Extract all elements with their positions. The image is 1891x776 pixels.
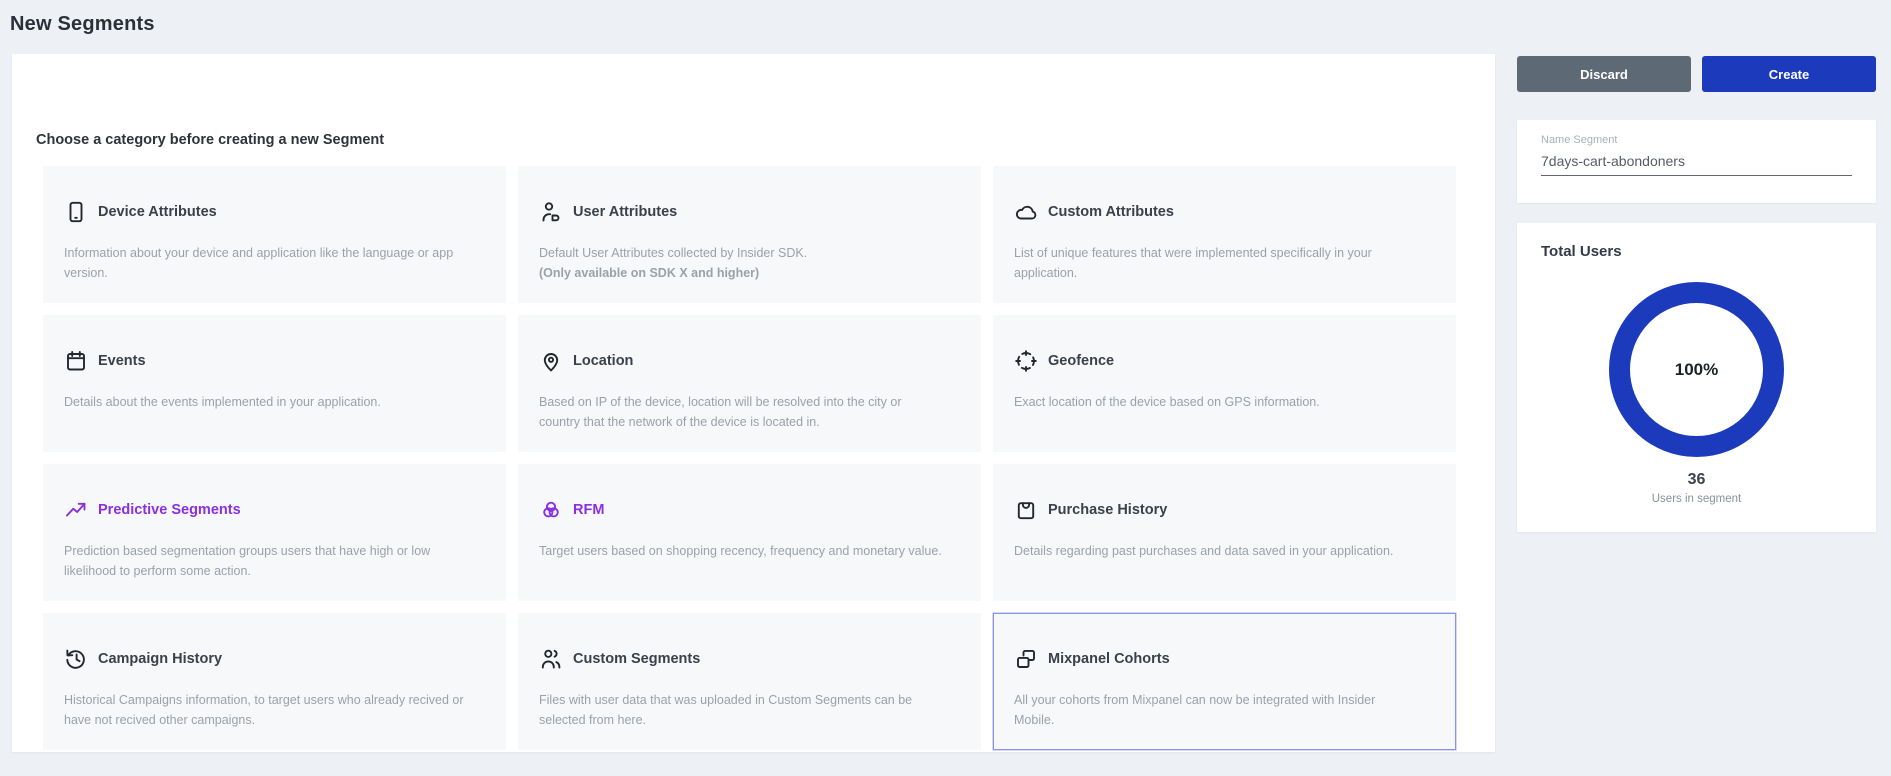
shopping-bag-icon (1014, 498, 1038, 522)
category-card-head: Purchase History (1014, 498, 1419, 522)
category-description: List of unique features that were implem… (1014, 243, 1419, 283)
category-card-head: Device Attributes (64, 200, 469, 224)
category-card-purchase-history[interactable]: Purchase History Details regarding past p… (993, 464, 1456, 601)
category-title: Campaign History (98, 651, 222, 667)
category-description: Details regarding past purchases and dat… (1014, 541, 1419, 561)
trending-up-icon (64, 498, 88, 522)
category-title: Device Attributes (98, 204, 217, 220)
category-description: Historical Campaigns information, to tar… (64, 690, 469, 730)
category-card-geofence[interactable]: Geofence Exact location of the device bas… (993, 315, 1456, 452)
category-card-custom-attributes[interactable]: Custom Attributes List of unique features… (993, 166, 1456, 303)
users-count: 36 (1517, 471, 1876, 489)
category-card-events[interactable]: Events Details about the events implement… (43, 315, 506, 452)
users-caption: Users in segment (1517, 493, 1876, 505)
cloud-icon (1014, 200, 1038, 224)
total-users-donut: 100% (1609, 282, 1784, 457)
category-description: Exact location of the device based on GP… (1014, 392, 1419, 412)
category-card-head: Location (539, 349, 944, 373)
category-title: Events (98, 353, 146, 369)
category-description-note: (Only available on SDK X and higher) (539, 266, 759, 280)
category-title: Purchase History (1048, 502, 1167, 518)
category-description: Details about the events implemented in … (64, 392, 469, 412)
action-buttons: Discard Create (1517, 56, 1876, 92)
category-description: Based on IP of the device, location will… (539, 392, 944, 432)
category-title: Location (573, 353, 633, 369)
category-description: Files with user data that was uploaded i… (539, 690, 944, 730)
category-card-head: Events (64, 349, 469, 373)
category-description: Information about your device and applic… (64, 243, 469, 283)
category-title: Custom Segments (573, 651, 700, 667)
category-description: Default User Attributes collected by Ins… (539, 243, 944, 283)
category-title: Predictive Segments (98, 502, 241, 518)
panel-heading: Choose a category before creating a new … (36, 132, 384, 148)
category-description: Prediction based segmentation groups use… (64, 541, 469, 581)
category-card-head: User Attributes (539, 200, 944, 224)
calendar-icon (64, 349, 88, 373)
total-users-card: Total Users 100% 36 Users in segment (1517, 223, 1876, 532)
name-segment-card: Name Segment (1517, 120, 1876, 203)
category-card-head: Geofence (1014, 349, 1419, 373)
category-title: Geofence (1048, 353, 1114, 369)
map-pin-icon (539, 349, 563, 373)
crosshair-icon (1014, 349, 1038, 373)
category-card-head: Custom Attributes (1014, 200, 1419, 224)
category-card-location[interactable]: Location Based on IP of the device, locat… (518, 315, 981, 452)
category-title: RFM (573, 502, 604, 518)
name-segment-label: Name Segment (1541, 134, 1852, 146)
category-card-head: Predictive Segments (64, 498, 469, 522)
category-card-user-attributes[interactable]: User Attributes Default User Attributes c… (518, 166, 981, 303)
category-description: All your cohorts from Mixpanel can now b… (1014, 690, 1419, 730)
category-card-mixpanel-cohorts[interactable]: Mixpanel Cohorts All your cohorts from Mi… (993, 613, 1456, 750)
category-title: Mixpanel Cohorts (1048, 651, 1170, 667)
category-grid: Device Attributes Information about your … (43, 166, 1456, 750)
discard-button[interactable]: Discard (1517, 56, 1691, 92)
page-title: New Segments (10, 13, 155, 36)
sidebar: Discard Create Name Segment Total Users … (1517, 56, 1876, 92)
total-users-heading: Total Users (1541, 243, 1622, 260)
history-clock-icon (64, 647, 88, 671)
user-badge-icon (539, 200, 563, 224)
category-card-rfm[interactable]: RFM Target users based on shopping recenc… (518, 464, 981, 601)
category-card-head: Campaign History (64, 647, 469, 671)
linked-squares-icon (1014, 647, 1038, 671)
category-description: Target users based on shopping recency, … (539, 541, 944, 561)
category-card-head: Mixpanel Cohorts (1014, 647, 1419, 671)
category-card-head: Custom Segments (539, 647, 944, 671)
category-card-device-attributes[interactable]: Device Attributes Information about your … (43, 166, 506, 303)
category-card-custom-segments[interactable]: Custom Segments Files with user data that… (518, 613, 981, 750)
category-card-predictive-segments[interactable]: Predictive Segments Prediction based segm… (43, 464, 506, 601)
segment-category-panel: Choose a category before creating a new … (12, 54, 1495, 752)
category-card-campaign-history[interactable]: Campaign History Historical Campaigns inf… (43, 613, 506, 750)
create-button[interactable]: Create (1702, 56, 1876, 92)
category-title: Custom Attributes (1048, 204, 1174, 220)
donut-percent-label: 100% (1675, 360, 1718, 380)
device-icon (64, 200, 88, 224)
users-icon (539, 647, 563, 671)
venn-circles-icon (539, 498, 563, 522)
category-title: User Attributes (573, 204, 677, 220)
category-card-head: RFM (539, 498, 944, 522)
name-segment-input[interactable] (1541, 151, 1852, 176)
